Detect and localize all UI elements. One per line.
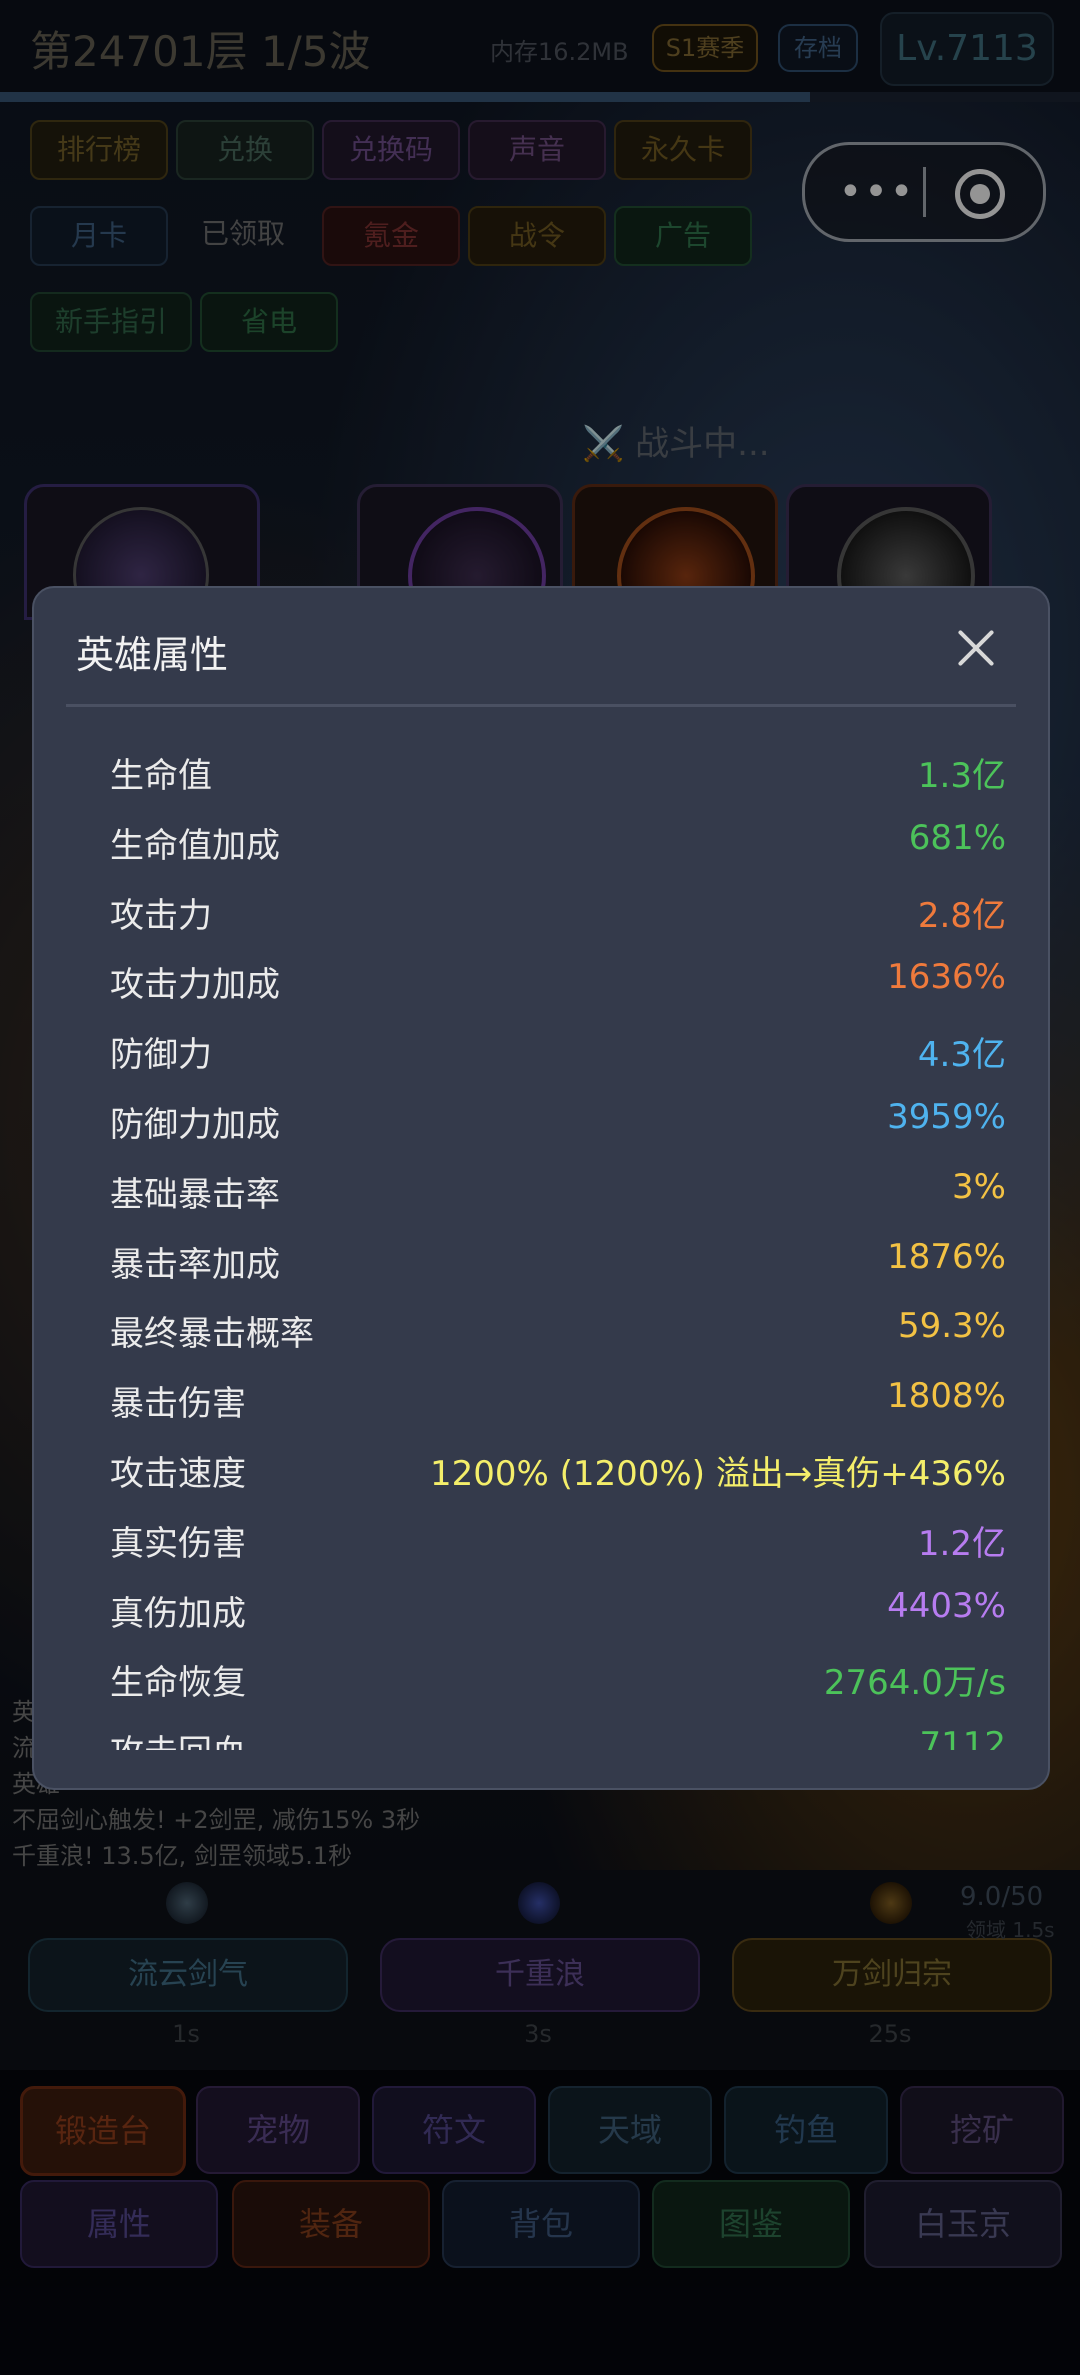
modal-title: 英雄属性 xyxy=(76,633,229,677)
stat-label: 攻击力 xyxy=(110,895,212,936)
stat-row: 防御力 4.3亿 xyxy=(110,1019,1006,1089)
stat-row: 暴击伤害 1808% xyxy=(110,1368,1006,1438)
close-icon[interactable] xyxy=(956,628,996,668)
stat-value: 1636% xyxy=(887,957,1006,998)
stat-row: 攻击力加成 1636% xyxy=(110,949,1006,1019)
stat-value: 2764.0万/s xyxy=(823,1663,1006,1704)
stat-label: 攻击回血 xyxy=(110,1725,246,1750)
stat-value: 1808% xyxy=(887,1376,1006,1417)
stat-row: 基础暴击率 3% xyxy=(110,1159,1006,1229)
stat-value: 3959% xyxy=(887,1096,1006,1137)
stat-label: 暴击伤害 xyxy=(110,1384,246,1425)
stat-label: 攻击力加成 xyxy=(110,965,280,1006)
stat-row: 攻击力 2.8亿 xyxy=(110,880,1006,950)
stat-value: 2.8亿 xyxy=(917,895,1006,936)
stat-row: 防御力加成 3959% xyxy=(110,1089,1006,1159)
stat-row: 攻击速度 1200% (1200%) 溢出→真伤+436% xyxy=(110,1438,1006,1508)
stat-value: 1.2亿 xyxy=(917,1523,1006,1564)
stat-label: 生命值 xyxy=(110,756,212,796)
stat-label: 防御力 xyxy=(110,1035,212,1076)
stat-row: 真伤加成 4403% xyxy=(110,1578,1006,1648)
stat-label: 真实伤害 xyxy=(110,1523,246,1564)
stat-label: 防御力加成 xyxy=(110,1104,280,1145)
stat-value: 4.3亿 xyxy=(917,1035,1006,1076)
stat-value: 681% xyxy=(908,817,1006,858)
stat-value: 3% xyxy=(952,1166,1006,1207)
stat-row: 暴击率加成 1876% xyxy=(110,1229,1006,1299)
stat-label: 生命恢复 xyxy=(110,1663,246,1704)
divider xyxy=(66,704,1016,707)
stat-label: 真伤加成 xyxy=(110,1593,246,1634)
stat-value: 1200% (1200%) 溢出→真伤+436% xyxy=(430,1453,1006,1494)
stat-label: 基础暴击率 xyxy=(110,1174,280,1215)
stat-value: 4403% xyxy=(887,1585,1006,1626)
stats-list[interactable]: 生命值 1.3亿生命值加成 681% 攻击力 2.8亿攻击力加成 1636% 防御力 4.3亿… xyxy=(110,740,1006,1750)
stat-row: 真实伤害 1.2亿 xyxy=(110,1508,1006,1578)
stat-label: 最终暴击概率 xyxy=(110,1314,314,1355)
hero-attributes-modal: 英雄属性 生命值 1.3亿生命值加成 681% 攻击力 2.8亿攻击力加成 1636% 防御… xyxy=(32,586,1050,1790)
stat-value: 1876% xyxy=(887,1236,1006,1277)
stat-value: 1.3亿 xyxy=(917,756,1006,796)
stat-label: 生命值加成 xyxy=(110,825,280,866)
stat-row: 攻击回血 7112 xyxy=(110,1717,1006,1750)
stat-value: 59.3% xyxy=(897,1306,1006,1347)
stat-label: 暴击率加成 xyxy=(110,1244,280,1285)
stat-row: 生命恢复 2764.0万/s xyxy=(110,1647,1006,1717)
stat-label: 攻击速度 xyxy=(110,1453,246,1494)
stat-row: 最终暴击概率 59.3% xyxy=(110,1298,1006,1368)
stat-row: 生命值 1.3亿 xyxy=(110,740,1006,810)
stat-value: 7112 xyxy=(919,1725,1006,1750)
stat-row: 生命值加成 681% xyxy=(110,810,1006,880)
